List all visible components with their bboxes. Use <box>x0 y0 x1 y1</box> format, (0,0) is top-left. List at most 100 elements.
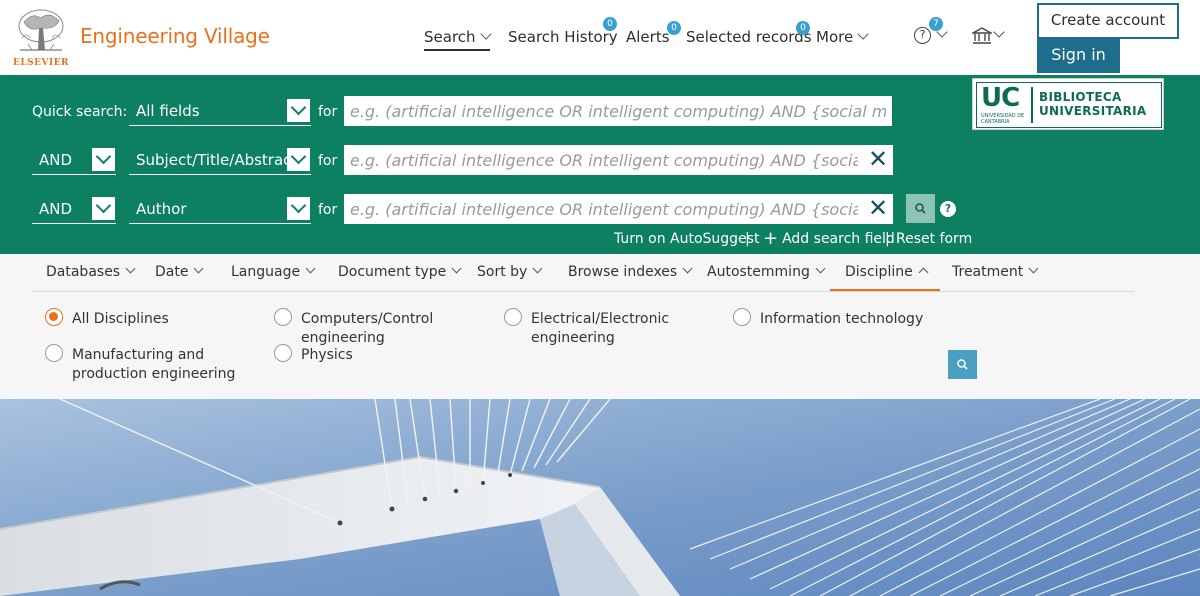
radio-icon <box>504 308 522 326</box>
top-header: ELSEVIER Engineering Village Search Sear… <box>0 0 1200 75</box>
elsevier-logo[interactable]: ELSEVIER <box>10 6 72 70</box>
field-select-3[interactable]: Author <box>129 194 311 224</box>
chevron-down-icon[interactable] <box>92 197 115 220</box>
tab-discipline[interactable]: Discipline <box>830 264 940 291</box>
brand-title[interactable]: Engineering Village <box>80 24 270 48</box>
chevron-down-icon <box>532 263 543 274</box>
institution-letters: UC <box>981 83 1020 113</box>
field-select-1-value: All fields <box>136 102 200 120</box>
chevron-down-icon <box>815 263 826 274</box>
discipline-label: Information technology <box>760 311 924 327</box>
create-account-button[interactable]: Create account <box>1037 3 1179 39</box>
chevron-down-icon <box>451 263 462 274</box>
radio-icon <box>274 344 292 362</box>
institution-divider <box>1031 87 1033 123</box>
discipline-option-all[interactable]: All Disciplines <box>45 308 169 329</box>
field-select-2[interactable]: Subject/Title/Abstract <box>129 145 311 175</box>
institution-logo: UC UNIVERSIDAD DE CANTABRIA BIBLIOTECA U… <box>972 78 1164 130</box>
nav-search[interactable]: Search <box>424 28 492 51</box>
field-select-2-value: Subject/Title/Abstract <box>136 151 298 169</box>
search-submit-button[interactable] <box>906 194 935 223</box>
bridge-illustration <box>0 399 1200 596</box>
tab-browse-indexes[interactable]: Browse indexes <box>568 263 693 280</box>
tab-label: Document type <box>338 264 447 280</box>
discipline-option-manufacturing[interactable]: Manufacturing and production engineering <box>45 344 245 384</box>
search-icon <box>957 359 968 370</box>
query-input-3[interactable] <box>344 194 864 224</box>
nav-alerts[interactable]: Alerts <box>626 28 670 46</box>
operator-select-2-value: AND <box>39 151 73 169</box>
link-divider: | <box>885 231 890 247</box>
chevron-down-icon[interactable] <box>287 148 310 171</box>
filter-search-button[interactable] <box>948 350 977 379</box>
institution-name-line1: BIBLIOTECA <box>1039 90 1122 104</box>
discipline-label: Computers/Control engineering <box>301 311 434 346</box>
chevron-down-icon <box>305 263 316 274</box>
nav-search-label: Search <box>424 28 476 46</box>
chevron-down-icon <box>125 263 136 274</box>
query-input-2[interactable] <box>344 145 864 175</box>
chevron-down-icon <box>682 263 693 274</box>
discipline-option-electrical[interactable]: Electrical/Electronic engineering <box>504 308 694 348</box>
nav-selected-records[interactable]: Selected records <box>686 28 812 46</box>
add-search-field-link[interactable]: + Add search field <box>763 228 895 249</box>
discipline-option-it[interactable]: Information technology <box>733 308 924 329</box>
chevron-down-icon[interactable] <box>287 99 310 122</box>
tab-date[interactable]: Date <box>155 263 204 280</box>
close-icon[interactable]: ✕ <box>863 194 893 224</box>
question-icon[interactable]: ? <box>940 201 956 217</box>
chevron-down-icon <box>194 263 204 274</box>
field-select-1[interactable]: All fields <box>129 96 311 126</box>
nav-more-label: More <box>816 28 854 46</box>
tab-autostemming[interactable]: Autostemming <box>707 263 826 280</box>
tab-label: Date <box>155 264 189 280</box>
tab-language[interactable]: Language <box>231 263 316 280</box>
radio-icon <box>45 344 63 362</box>
chevron-down-icon[interactable] <box>92 148 115 171</box>
discipline-label: Manufacturing and production engineering <box>72 347 236 382</box>
tab-label: Discipline <box>845 264 913 280</box>
nav-search-history[interactable]: Search History <box>508 28 618 46</box>
tab-label: Browse indexes <box>568 264 678 280</box>
operator-select-3-value: AND <box>39 200 73 218</box>
tab-label: Autostemming <box>707 264 810 280</box>
elsevier-wordmark: ELSEVIER <box>12 58 70 68</box>
institution-small-text: UNIVERSIDAD DE CANTABRIA <box>981 113 1025 125</box>
institution-icon[interactable] <box>972 27 992 45</box>
quick-search-label: Quick search: <box>32 104 128 120</box>
query-input-1[interactable] <box>344 96 892 126</box>
help-icon[interactable]: ? <box>914 27 931 44</box>
tab-treatment[interactable]: Treatment <box>952 263 1039 280</box>
tab-sort-by[interactable]: Sort by <box>477 263 543 280</box>
add-search-field-label: Add search field <box>782 231 895 247</box>
sign-in-button[interactable]: Sign in <box>1037 37 1120 73</box>
tab-label: Language <box>231 264 301 280</box>
history-count-badge: 0 <box>603 17 617 31</box>
chevron-down-icon <box>1028 263 1039 274</box>
institution-chevron-down-icon[interactable] <box>993 26 1005 38</box>
tree-logo-icon <box>14 8 68 56</box>
plus-icon: + <box>763 228 779 249</box>
institution-name-line2: UNIVERSITARIA <box>1039 104 1147 118</box>
tabs-divider <box>32 291 1135 292</box>
field-select-3-value: Author <box>136 200 187 218</box>
nav-more[interactable]: More <box>816 28 869 46</box>
link-divider: | <box>745 231 750 247</box>
close-icon[interactable]: ✕ <box>863 145 893 175</box>
autosuggest-link[interactable]: Turn on AutoSuggest <box>614 231 759 247</box>
chevron-down-icon <box>857 28 869 40</box>
selected-count-badge: 0 <box>796 21 810 35</box>
institution-logo-frame: UC UNIVERSIDAD DE CANTABRIA BIBLIOTECA U… <box>976 82 1162 128</box>
chevron-down-icon[interactable] <box>287 197 310 220</box>
discipline-option-physics[interactable]: Physics <box>274 344 353 365</box>
tab-document-type[interactable]: Document type <box>338 263 462 280</box>
discipline-label: All Disciplines <box>72 311 169 327</box>
reset-form-link[interactable]: Reset form <box>896 231 972 247</box>
chevron-down-icon <box>479 28 492 40</box>
search-icon <box>915 203 926 214</box>
discipline-option-computers[interactable]: Computers/Control engineering <box>274 308 464 348</box>
tab-label: Databases <box>46 264 121 280</box>
radio-icon <box>733 308 751 326</box>
tab-databases[interactable]: Databases <box>46 263 136 280</box>
search-form: Quick search: All fields for AND Subject… <box>0 75 1200 254</box>
